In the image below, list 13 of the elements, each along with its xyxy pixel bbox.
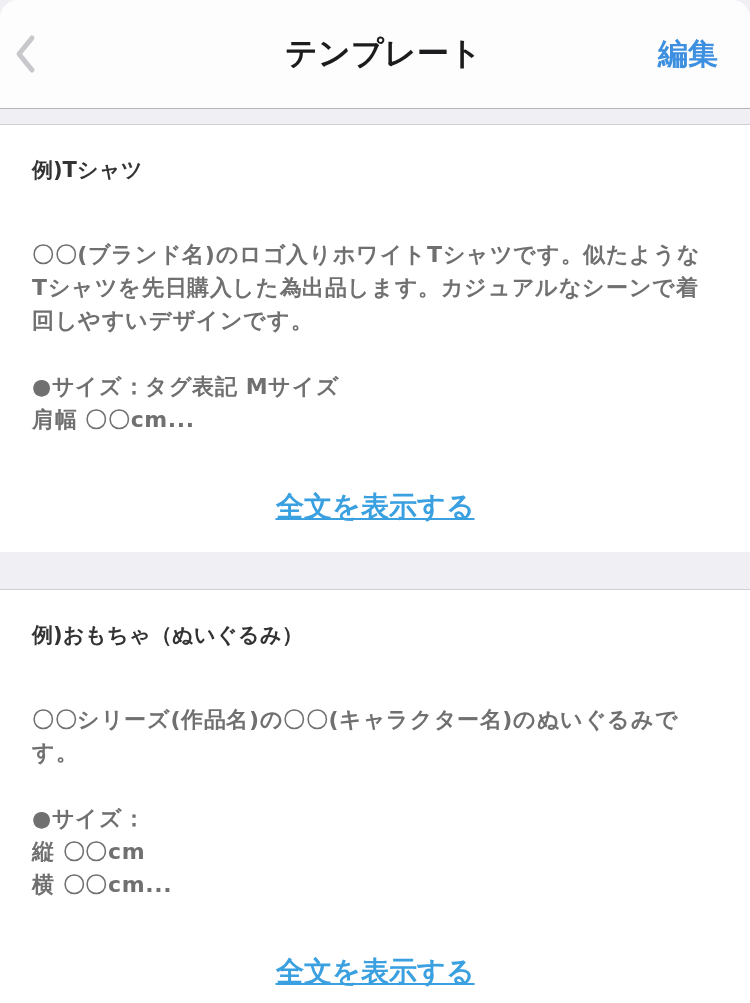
template-text-line: ●サイズ： <box>32 805 147 833</box>
template-title: 例)おもちゃ（ぬいぐるみ） <box>32 622 304 648</box>
template-title: 例)Tシャツ <box>32 157 144 183</box>
template-text-line: 〇〇シリーズ(作品名)の〇〇(キャラクター名)のぬいぐるみです。 <box>32 706 680 767</box>
page-title: テンプレート <box>284 33 482 74</box>
template-text-line: 肩幅 〇〇cm... <box>32 406 196 434</box>
edit-button[interactable]: 編集 <box>658 33 718 75</box>
template-text-line: 〇〇(ブランド名)のロゴ入りホワイトTシャツです。似たようなTシャツを先日購入した為出品します。カジュアルなシーンで着回しやすいデザインです。 <box>32 241 702 335</box>
template-text-line: 縦 〇〇cm <box>32 838 147 866</box>
show-full-text-link[interactable]: 全文を表示する <box>275 488 475 526</box>
template-text-line: 横 〇〇cm... <box>32 871 174 899</box>
show-full-text-link[interactable]: 全文を表示する <box>275 953 475 991</box>
template-text-line: ●サイズ：タグ表記 Mサイズ <box>32 373 341 401</box>
